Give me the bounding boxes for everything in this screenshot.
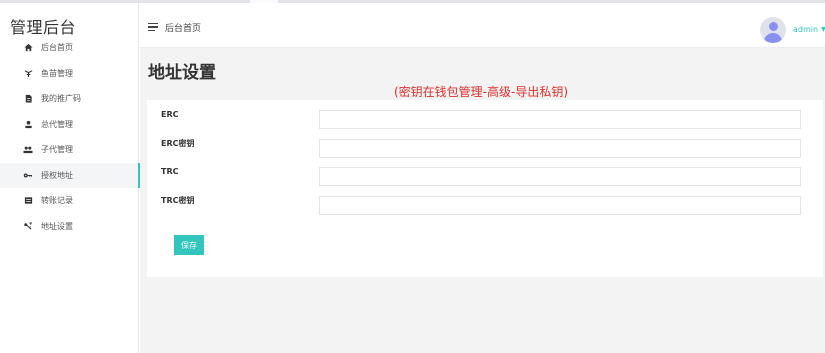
sidebar-item-label: 总代管理 [41,119,73,129]
top-header: 后台首页 admin ▼ [140,3,825,48]
avatar[interactable] [760,17,786,43]
breadcrumb[interactable]: 后台首页 [165,21,201,34]
sidebar-item-label: 授权地址 [41,170,73,180]
sidebar-item-label: 子代管理 [41,145,73,155]
username: admin [793,25,819,34]
field-label: ERC密钥 [161,139,195,148]
sidebar-item-label: 后台首页 [41,43,73,53]
users-icon [23,145,33,155]
settings-key-icon [23,221,33,231]
sidebar-item-transfers[interactable]: 转账记录 [0,188,139,214]
fish-icon [23,68,33,78]
sidebar-item-sub-agents[interactable]: 子代管理 [0,137,139,163]
sidebar-item-fish[interactable]: 鱼苗管理 [0,61,139,87]
settings-form: ERC ERC密钥 TRC TRC密钥 保存 [147,100,823,277]
sidebar: 管理后台 后台首页 鱼苗管理 我的推广码 总代管理 子代管理 授权地址 转账记录… [0,3,140,353]
sidebar-item-address-settings[interactable]: 地址设置 [0,214,139,240]
trc-key-input[interactable] [319,196,801,215]
menu-toggle-icon[interactable] [148,23,158,31]
document-icon [23,94,33,104]
key-icon [23,170,33,180]
field-label: ERC [161,110,179,119]
main-content: 地址设置 (密钥在钱包管理-高级-导出私钥) ERC ERC密钥 TRC TRC… [140,48,825,353]
page-title: 地址设置 [148,63,216,83]
save-button[interactable]: 保存 [174,235,204,255]
sidebar-item-label: 我的推广码 [41,94,81,104]
erc-key-input[interactable] [319,139,801,158]
list-icon [23,196,33,206]
field-label: TRC密钥 [161,196,195,205]
caret-down-icon: ▼ [821,26,825,33]
user-icon [23,119,33,129]
sidebar-item-promo-code[interactable]: 我的推广码 [0,86,139,112]
sidebar-item-auth-address[interactable]: 授权地址 [0,162,140,188]
field-label: TRC [161,167,179,176]
trc-input[interactable] [319,167,801,186]
sidebar-item-label: 转账记录 [41,196,73,206]
home-icon [23,43,33,53]
sidebar-item-label: 鱼苗管理 [41,68,73,78]
sidebar-menu: 后台首页 鱼苗管理 我的推广码 总代管理 子代管理 授权地址 转账记录 地址设置 [0,35,140,240]
sidebar-item-agents[interactable]: 总代管理 [0,112,139,138]
sidebar-item-label: 地址设置 [41,221,73,231]
user-menu[interactable]: admin ▼ [793,25,825,34]
sidebar-item-home[interactable]: 后台首页 [0,35,139,61]
erc-input[interactable] [319,110,801,129]
hint-note: (密钥在钱包管理-高级-导出私钥) [394,85,569,99]
